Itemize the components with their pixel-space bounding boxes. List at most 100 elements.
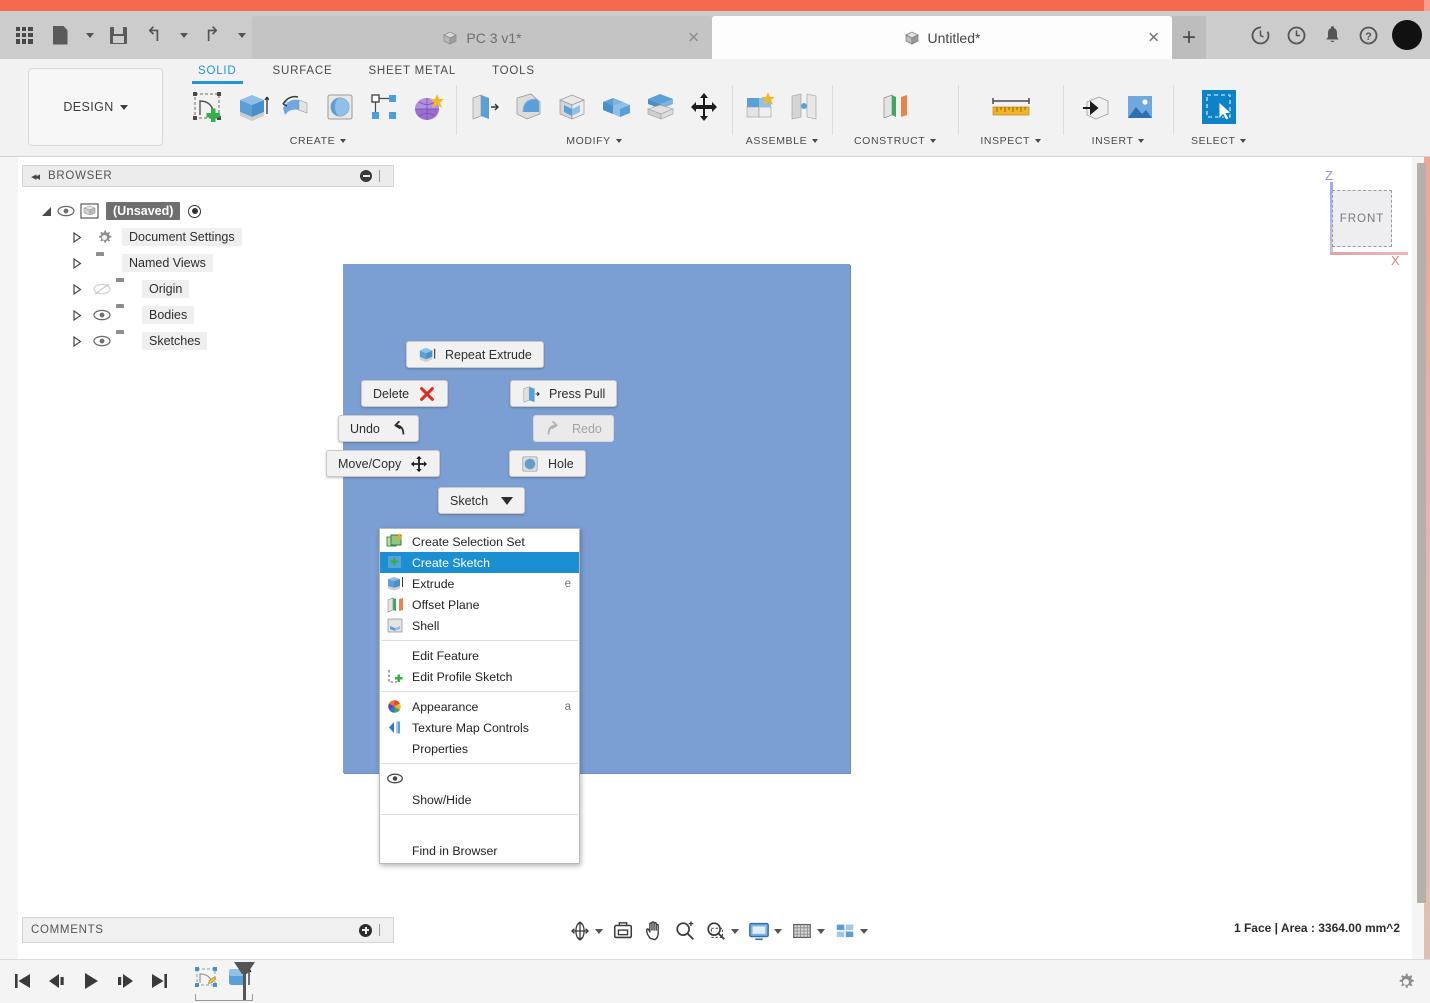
tree-row-document-settings[interactable]: Document Settings [30, 224, 400, 250]
visibility-eye-icon[interactable] [92, 308, 112, 322]
activate-component-radio[interactable] [188, 204, 202, 218]
ribbon-group-construct-label[interactable]: CONSTRUCT [854, 135, 937, 147]
add-comment-icon[interactable] [359, 923, 372, 937]
fillet-button[interactable] [507, 84, 549, 130]
display-settings-button[interactable] [745, 917, 785, 945]
marking-menu-delete[interactable]: Delete [361, 380, 449, 407]
context-menu-item-create-selection-set[interactable]: Create Selection Set [380, 531, 579, 552]
go-to-end-button[interactable] [148, 968, 170, 994]
undo-button[interactable]: ↰ [136, 13, 172, 57]
redo-button[interactable]: ↱ [194, 13, 230, 57]
visibility-eye-icon[interactable] [92, 334, 112, 348]
context-menu-item-show-hide[interactable] [380, 768, 579, 789]
ribbon-group-create-label[interactable]: CREATE [290, 135, 347, 147]
vertical-scrollbar[interactable] [1417, 163, 1426, 903]
grid-snaps-button[interactable] [788, 917, 828, 945]
twisty-closed-icon[interactable] [68, 257, 86, 269]
zoom-window-button[interactable] [702, 917, 742, 945]
chevron-down-icon[interactable] [595, 928, 603, 934]
account-avatar[interactable] [1392, 20, 1422, 50]
press-pull-button[interactable] [463, 84, 505, 130]
tab-tools[interactable]: TOOLS [474, 61, 553, 81]
twisty-closed-icon[interactable] [68, 283, 86, 295]
panel-resize-grip[interactable] [379, 924, 385, 936]
tree-row-unsaved[interactable]: (Unsaved) [30, 198, 400, 224]
tab-solid[interactable]: SOLID [180, 61, 255, 84]
context-menu-item-edit-feature[interactable]: Edit Feature [380, 645, 579, 666]
save-button[interactable] [100, 13, 136, 57]
go-to-beginning-button[interactable] [12, 968, 34, 994]
context-menu-item-selectable-unselectable[interactable]: Show/Hide [380, 789, 579, 810]
visibility-eye-hidden-icon[interactable] [92, 282, 112, 296]
panel-minus-icon[interactable] [360, 170, 372, 182]
panel-resize-grip[interactable] [379, 170, 385, 182]
split-face-button[interactable] [639, 84, 681, 130]
extrude-button[interactable] [231, 84, 273, 130]
measure-button[interactable] [984, 84, 1038, 130]
timeline-settings-button[interactable] [1396, 972, 1416, 992]
twisty-open-icon[interactable] [38, 206, 56, 216]
redo-dropdown[interactable] [230, 13, 252, 57]
select-window-button[interactable] [1198, 84, 1240, 130]
tree-row-sketches[interactable]: Sketches [30, 328, 400, 354]
timeline-playhead-marker[interactable] [243, 962, 246, 1000]
offset-plane-button[interactable] [874, 84, 916, 130]
move-copy-button[interactable] [683, 84, 725, 130]
context-menu-item-create-sketch[interactable]: Create Sketch [380, 552, 579, 573]
shell-button[interactable] [551, 84, 593, 130]
twisty-closed-icon[interactable] [68, 231, 86, 243]
pan-button[interactable] [640, 917, 668, 945]
collapse-left-icon[interactable]: ◂◂ [31, 170, 40, 183]
marking-menu-hole[interactable]: Hole [509, 450, 586, 477]
undo-dropdown[interactable] [172, 13, 194, 57]
create-sketch-button[interactable] [187, 84, 229, 130]
canvas-image-button[interactable] [1119, 84, 1161, 130]
ribbon-group-select-label[interactable]: SELECT [1191, 135, 1247, 147]
marking-menu-undo[interactable]: Undo [338, 415, 419, 442]
play-button[interactable] [80, 968, 102, 994]
new-document-dropdown[interactable] [78, 13, 100, 57]
apps-grid-button[interactable] [6, 13, 42, 57]
marking-menu-repeat-extrude[interactable]: Repeat Extrude [406, 341, 544, 368]
context-menu-item-extrude[interactable]: Extrude e [380, 573, 579, 594]
document-tab-untitled[interactable]: Untitled* ✕ [712, 16, 1172, 59]
tab-surface[interactable]: SURFACE [255, 61, 351, 81]
tree-row-bodies[interactable]: Bodies [30, 302, 400, 328]
pattern-button[interactable] [363, 84, 405, 130]
revolve-button[interactable] [275, 84, 317, 130]
step-forward-button[interactable] [114, 968, 136, 994]
view-cube[interactable]: Z X FRONT [1305, 168, 1408, 268]
marking-menu-sketch[interactable]: Sketch [438, 487, 526, 514]
marking-menu-press-pull[interactable]: Press Pull [510, 380, 618, 407]
new-tab-button[interactable]: + [1172, 16, 1206, 59]
orbit-button[interactable] [566, 917, 606, 945]
step-back-button[interactable] [46, 968, 68, 994]
context-menu-item-find-in-browser[interactable] [380, 819, 579, 840]
notifications-button[interactable] [1314, 13, 1350, 57]
help-button[interactable]: ? [1350, 13, 1386, 57]
new-document-button[interactable] [42, 13, 78, 57]
view-cube-front-face[interactable]: FRONT [1332, 190, 1392, 247]
tree-row-origin[interactable]: Origin [30, 276, 400, 302]
context-menu-item-shell[interactable]: Shell [380, 615, 579, 636]
chevron-down-icon[interactable] [817, 928, 825, 934]
new-component-button[interactable] [739, 84, 781, 130]
recent-activity-button[interactable] [1278, 13, 1314, 57]
close-icon[interactable]: ✕ [1147, 30, 1160, 45]
marking-menu-move-copy[interactable]: Move/Copy [326, 450, 441, 477]
look-at-button[interactable] [609, 917, 637, 945]
ribbon-group-inspect-label[interactable]: INSPECT [980, 135, 1042, 147]
context-menu-item-appearance[interactable]: Appearance a [380, 696, 579, 717]
combine-button[interactable] [595, 84, 637, 130]
context-menu-item-properties[interactable]: Properties [380, 738, 579, 759]
joint-button[interactable] [783, 84, 825, 130]
sphere-button[interactable] [319, 84, 361, 130]
tab-sheet-metal[interactable]: SHEET METAL [350, 61, 474, 81]
context-menu-item-offset-plane[interactable]: Offset Plane [380, 594, 579, 615]
twisty-closed-icon[interactable] [68, 335, 86, 347]
timeline-feature-sketch[interactable] [192, 965, 225, 995]
chevron-down-icon[interactable] [774, 928, 782, 934]
ribbon-group-assemble-label[interactable]: ASSEMBLE [746, 135, 819, 147]
ribbon-group-modify-label[interactable]: MODIFY [566, 135, 622, 147]
document-tab-pc3[interactable]: PC 3 v1* ✕ [252, 16, 712, 59]
